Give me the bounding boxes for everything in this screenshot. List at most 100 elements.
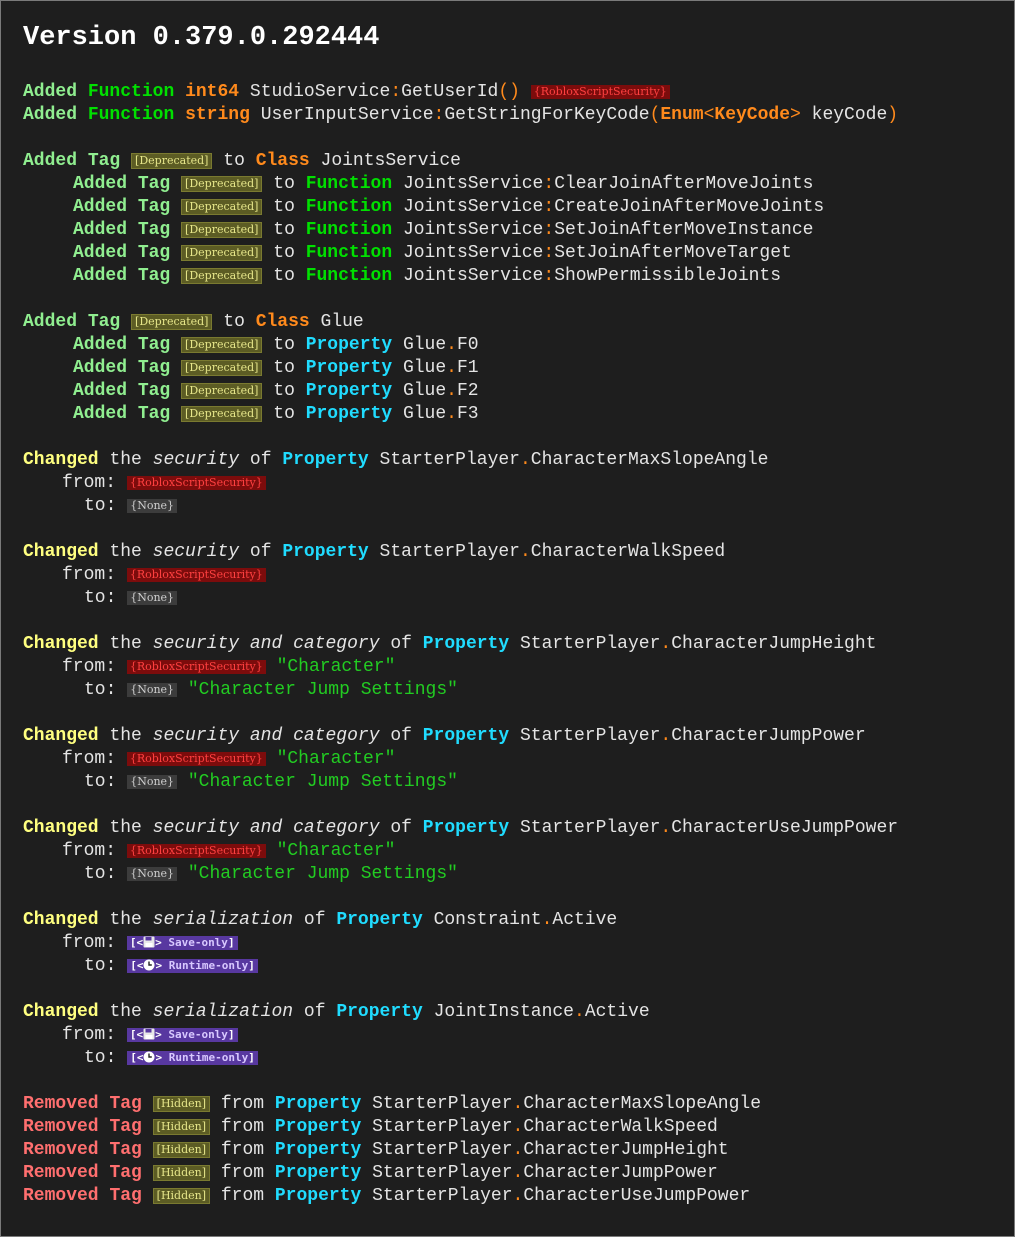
to-word: to (273, 381, 295, 401)
member-type: Class (255, 151, 310, 171)
tag-label: Tag (109, 1186, 142, 1206)
from-label: from: (62, 1025, 117, 1045)
tag-label: Tag (137, 358, 171, 378)
changed-security-category-entry: Changed the security and category of Pro… (23, 633, 876, 656)
from-line: from: {RobloxScriptSecurity} "Character" (62, 840, 395, 863)
member-name: JointsService:SetJoinAfterMoveTarget (402, 243, 792, 263)
from-line: from: {RobloxScriptSecurity} "Character" (62, 656, 395, 679)
added-tag-class-entry: Added Tag [Deprecated] to Class JointsSe… (23, 150, 461, 173)
the-word: the (109, 1002, 142, 1022)
category-string: "Character Jump Settings" (187, 772, 458, 792)
change-kind: security and category (152, 818, 380, 838)
member-name: Glue.F1 (402, 358, 479, 378)
to-label: to: (84, 864, 117, 884)
member-type: Property (274, 1186, 362, 1206)
from-word: from (220, 1140, 265, 1160)
removed-label: Removed (23, 1140, 99, 1160)
removed-tag-entry: Removed Tag [Hidden] from Property Start… (23, 1116, 718, 1139)
save-only-badge: [< > Save-only] (126, 1028, 238, 1042)
category-string: "Character Jump Settings" (187, 864, 458, 884)
hidden-badge: [Hidden] (152, 1096, 211, 1112)
hidden-badge: [Hidden] (152, 1142, 211, 1158)
member-name: StarterPlayer.CharacterJumpPower (519, 726, 866, 746)
tag-label: Tag (137, 404, 171, 424)
member-type: Property (282, 450, 369, 470)
to-line: to: [< > Runtime-only] (84, 1047, 258, 1070)
hidden-badge: [Hidden] (152, 1119, 211, 1135)
deprecated-badge: [Deprecated] (181, 245, 263, 261)
added-tag-function-entry: Added Tag [Deprecated] to Function Joint… (73, 173, 813, 196)
member-name: JointsService:SetJoinAfterMoveInstance (402, 220, 814, 240)
from-label: from: (62, 749, 117, 769)
to-label: to: (84, 772, 117, 792)
deprecated-badge: [Deprecated] (131, 314, 213, 330)
deprecated-badge: [Deprecated] (181, 199, 263, 215)
category-string: "Character" (276, 657, 396, 677)
member-type: Property (274, 1117, 362, 1137)
removed-tag-entry: Removed Tag [Hidden] from Property Start… (23, 1093, 761, 1116)
member-type: Property (282, 542, 369, 562)
clock-icon (143, 959, 155, 971)
added-label: Added (73, 243, 128, 263)
tag-label: Tag (137, 174, 171, 194)
the-word: the (109, 634, 142, 654)
class-name: Glue (320, 312, 364, 332)
floppy-disk-icon (143, 1028, 155, 1040)
from-line: from: {RobloxScriptSecurity} (62, 472, 266, 495)
to-line: to: {None} "Character Jump Settings" (84, 863, 458, 886)
added-label: Added (73, 335, 128, 355)
member-type: Property (422, 818, 510, 838)
member-type: Function (305, 266, 393, 286)
tag-label: Tag (87, 312, 121, 332)
deprecated-badge: [Deprecated] (181, 268, 263, 284)
member-name: JointsService:ShowPermissibleJoints (402, 266, 782, 286)
change-kind: serialization (152, 1002, 294, 1022)
added-tag-property-entry: Added Tag [Deprecated] to Property Glue.… (73, 403, 479, 426)
of-word: of (303, 910, 326, 930)
member-type: Property (305, 358, 393, 378)
change-kind: security (152, 450, 240, 470)
member-type: Property (422, 726, 510, 746)
deprecated-badge: [Deprecated] (181, 406, 263, 422)
added-label: Added (23, 82, 78, 102)
deprecated-badge: [Deprecated] (181, 176, 263, 192)
added-label: Added (73, 197, 128, 217)
to-word: to (273, 243, 295, 263)
removed-label: Removed (23, 1094, 99, 1114)
tag-label: Tag (137, 197, 171, 217)
change-kind: serialization (152, 910, 294, 930)
from-word: from (220, 1117, 265, 1137)
member-name: StarterPlayer.CharacterJumpHeight (372, 1140, 729, 1160)
tag-label: Tag (137, 243, 171, 263)
deprecated-badge: [Deprecated] (181, 360, 263, 376)
member-name: JointsService:ClearJoinAfterMoveJoints (402, 174, 814, 194)
member-type: Property (274, 1094, 362, 1114)
of-word: of (249, 450, 272, 470)
member-type: Function (87, 82, 175, 102)
from-label: from: (62, 657, 117, 677)
security-badge: {RobloxScriptSecurity} (126, 844, 266, 858)
changed-label: Changed (23, 910, 99, 930)
added-label: Added (73, 220, 128, 240)
deprecated-badge: [Deprecated] (131, 153, 213, 169)
to-word: to (273, 197, 295, 217)
member-type: Property (274, 1140, 362, 1160)
hidden-badge: [Hidden] (152, 1188, 211, 1204)
added-label: Added (73, 174, 128, 194)
tag-label: Tag (109, 1163, 142, 1183)
tag-label: Tag (137, 381, 171, 401)
member-type: Property (305, 381, 393, 401)
change-kind: security and category (152, 634, 380, 654)
member-name: Glue.F3 (402, 404, 479, 424)
runtime-only-badge: [< > Runtime-only] (127, 959, 258, 973)
changed-label: Changed (23, 634, 99, 654)
member-name: Constraint.Active (433, 910, 618, 930)
from-word: from (220, 1186, 265, 1206)
the-word: the (109, 726, 142, 746)
member-name: UserInputService:GetStringForKeyCode (260, 105, 650, 125)
member-type: Class (255, 312, 310, 332)
member-type: Property (422, 634, 510, 654)
of-word: of (390, 818, 412, 838)
param-type: KeyCode (714, 105, 791, 125)
angle: > (790, 105, 801, 125)
